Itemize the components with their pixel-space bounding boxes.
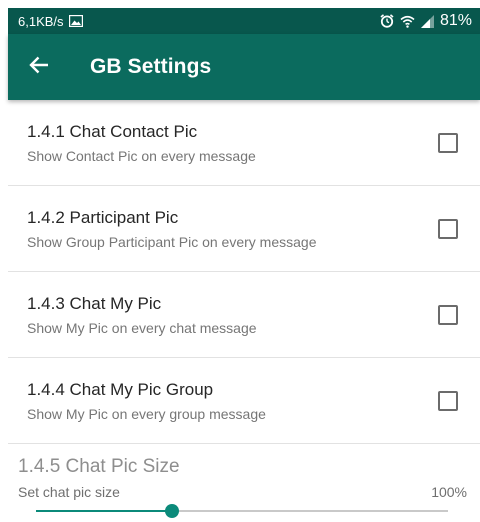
image-icon — [68, 15, 83, 27]
slider-fill — [36, 510, 172, 512]
battery-percent: 81% — [439, 12, 472, 29]
status-left: 6,1KB/s — [18, 14, 83, 29]
setting-subtitle: Show My Pic on every group message — [27, 406, 266, 422]
back-button[interactable] — [8, 34, 70, 100]
setting-title: 1.4.1 Chat Contact Pic — [27, 122, 198, 141]
setting-subtitle: Show My Pic on every chat message — [27, 320, 257, 336]
slider-title: 1.4.5 Chat Pic Size — [18, 456, 180, 477]
status-right: 81% — [380, 12, 472, 30]
slider-thumb[interactable] — [164, 504, 179, 518]
setting-chat-pic-size: 1.4.5 Chat Pic Size Set chat pic size 10… — [8, 444, 480, 522]
alarm-icon — [380, 14, 394, 28]
app-bar: GB Settings — [8, 34, 480, 100]
setting-chat-my-pic-group[interactable]: 1.4.4 Chat My Pic Group Show My Pic on e… — [8, 358, 480, 444]
page-title: GB Settings — [90, 55, 212, 78]
setting-chat-contact-pic[interactable]: 1.4.1 Chat Contact Pic Show Contact Pic … — [8, 100, 480, 186]
setting-participant-pic[interactable]: 1.4.2 Participant Pic Show Group Partici… — [8, 186, 480, 272]
setting-title: 1.4.3 Chat My Pic — [27, 294, 162, 313]
checkbox[interactable] — [438, 305, 458, 325]
wifi-icon — [400, 15, 415, 28]
signal-icon — [420, 14, 434, 28]
status-bar: 6,1KB/s 81% — [8, 8, 480, 34]
settings-list: 1.4.1 Chat Contact Pic Show Contact Pic … — [8, 100, 480, 444]
setting-chat-my-pic[interactable]: 1.4.3 Chat My Pic Show My Pic on every c… — [8, 272, 480, 358]
slider-track[interactable] — [36, 504, 448, 518]
checkbox[interactable] — [438, 133, 458, 153]
slider-value: 100% — [431, 484, 467, 500]
network-speed: 6,1KB/s — [18, 13, 64, 29]
slider-subtitle: Set chat pic size — [18, 484, 120, 500]
checkbox[interactable] — [438, 391, 458, 411]
checkbox[interactable] — [438, 219, 458, 239]
setting-subtitle: Show Contact Pic on every message — [27, 148, 256, 164]
setting-subtitle: Show Group Participant Pic on every mess… — [27, 234, 317, 250]
arrow-left-icon — [29, 56, 49, 79]
setting-title: 1.4.4 Chat My Pic Group — [27, 380, 214, 399]
setting-title: 1.4.2 Participant Pic — [27, 208, 179, 227]
